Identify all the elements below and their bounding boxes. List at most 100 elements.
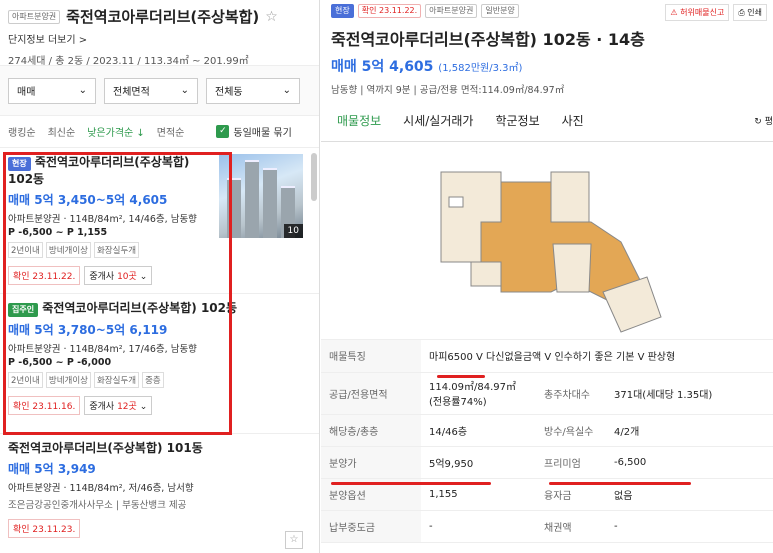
detail-info: 남동향 | 역까지 9분 | 공급/전용 면적:114.09㎡/84.97㎡ [331,85,565,96]
table-row: 매물특징 마피6500 V 다신없을금액 V 인수하기 좋은 기본 V 판상형 [321,340,773,373]
feature-tag: 화장실두개 [93,242,140,258]
floor-plan-drawing [440,171,662,333]
refresh-icon: ↻ [754,117,762,127]
agent-count-button[interactable]: 중개사 12곳 ⌄ [84,396,153,415]
card-title-text: 죽전역코아루더리브(주상복합) 102동 [8,155,190,186]
card-features: 2년이내 방네개이상 화장실두개 중층 [8,372,311,388]
highlight-underline [331,482,491,485]
price-per-area: (1,582만원/3.3㎡) [438,63,523,74]
listing-card[interactable]: 현장 죽전역코아루더리브(주상복합) 102동 매매 5억 3,450~5억 4… [0,148,319,294]
sort-area[interactable]: 면적순 [157,124,185,139]
star-icon[interactable]: ☆ [265,9,278,25]
table-row: 분양가 5억9,950 프리미엄 -6,500 [321,446,773,479]
card-title-text: 죽전역코아루더리브(주상복합) 102동 [42,301,238,315]
table-row: 해당층/총층 14/46층 방수/욕실수 4/2개 [321,414,773,447]
same-listing-label: 동일매물 묶기 [233,128,292,139]
detail-badge: 아파트분양권 [425,4,478,18]
area-select[interactable]: 전체면적 ⌄ [104,77,198,104]
print-button[interactable]: ⎙ 인쇄 [733,4,767,21]
mid-payment-label: 납부중도금 [321,510,421,543]
floor-value: 14/46층 [421,414,536,447]
parking-label: 총주차대수 [536,372,606,415]
card-premium: P -6,500 ~ P -6,000 [8,357,112,368]
card-price: 매매 5억 3,949 [8,462,96,476]
sort-latest[interactable]: 최신순 [48,124,76,139]
agent-prefix: 중개사 [89,272,118,282]
complex-summary: 274세대 / 총 2동 / 2023.11 / 113.34㎡ ~ 201.9… [8,56,249,67]
confirm-date: 확인 23.11.22. [8,266,81,285]
bond-label: 채권액 [536,510,606,543]
tab-listing-info[interactable]: 매물정보 [337,112,381,129]
select-value: 매매 [17,87,36,98]
detail-price: 매매 5억 4,605 (1,582만원/3.3㎡) [331,56,763,76]
listing-photo[interactable]: 10 [219,154,303,238]
sale-price-value: 5억9,950 [421,446,536,479]
sort-low-price[interactable]: 낮은가격순 ↓ [87,124,145,139]
premium-label: 프리미엄 [536,446,606,479]
report-button[interactable]: ⚠ 허위매물신고 [665,4,730,21]
filter-bar: 매매 ⌄ 전체면적 ⌄ 전체동 ⌄ [0,66,319,116]
area-label: 공급/전용면적 [321,372,421,415]
star-icon[interactable]: ☆ [285,531,303,549]
detail-panel: 현장 확인 23.11.22. 아파트분양권 일반분양 ⚠ 허위매물신고 ⎙ 인… [321,0,773,553]
area-toggle-button[interactable]: ↻ 평 [754,114,773,127]
agent-count-button[interactable]: 중개사 10곳 ⌄ [84,266,153,285]
feature-tag: 중층 [142,372,164,388]
card-title: 현장 죽전역코아루더리브(주상복합) 102동 [8,154,218,187]
siren-icon: ⚠ [670,8,678,17]
building-shape [227,178,241,238]
same-listing-toggle[interactable]: ✓ 동일매물 묶기 [216,124,292,139]
bond-value: - [606,510,773,543]
detail-tabs: 매물정보 시세/실거래가 학군정보 사진 ↻ 평 [321,100,773,142]
sort-ranking[interactable]: 랭킹순 [8,124,36,139]
listing-card[interactable]: 죽전역코아루더리브(주상복합) 101동 매매 5억 3,949 아파트분양권 … [0,434,319,553]
card-badge: 집주인 [8,303,39,317]
tab-price-history[interactable]: 시세/실거래가 [403,112,473,129]
complex-title: 죽전역코아루더리브(주상복합) [66,8,260,26]
chevron-down-icon: ⌄ [78,85,87,96]
select-value: 전체면적 [113,87,150,98]
card-agency: 조은금강공인중개사사무소 | 부동산뱅크 제공 [8,500,187,511]
listing-card[interactable]: 집주인 죽전역코아루더리브(주상복합) 102동 매매 5억 3,780~5억 … [0,294,319,434]
price-value: 매매 5억 4,605 [331,59,434,75]
area-value: 114.09㎡/84.97㎡(전용률74%) [421,372,536,415]
print-icon: ⎙ [738,8,745,17]
print-label: 인쇄 [747,8,762,17]
floor-plan[interactable] [321,142,773,340]
card-spec: 아파트분양권 · 114B/84m², 17/46층, 남동향 [8,344,197,355]
agent-prefix: 중개사 [89,402,118,412]
building-shape [263,168,277,238]
parking-value: 371대(세대당 1.35대) [606,372,773,415]
highlight-underline [437,375,485,378]
select-value: 전체동 [215,87,243,98]
card-title: 집주인 죽전역코아루더리브(주상복합) 102동 [8,300,311,317]
report-label: 허위매물신고 [680,8,725,17]
check-icon: ✓ [216,125,230,138]
feature-tag: 2년이내 [8,242,43,258]
table-row: 공급/전용면적 114.09㎡/84.97㎡(전용률74%) 총주차대수 371… [321,372,773,415]
detail-title: 죽전역코아루더리브(주상복합) 102동 · 14층 [331,30,645,49]
trade-type-select[interactable]: 매매 ⌄ [8,77,96,104]
feature-tag: 2년이내 [8,372,43,388]
tab-photos[interactable]: 사진 [562,112,584,129]
tab-school[interactable]: 학군정보 [495,112,539,129]
scrollbar[interactable] [311,153,317,201]
card-spec: 아파트분양권 · 114B/84m², 저/46층, 남서향 [8,483,194,494]
feature-tag: 방네개이상 [45,242,91,258]
card-features: 2년이내 방네개이상 화장실두개 [8,242,311,258]
sale-price-label: 분양가 [321,446,421,479]
agent-count: 12곳 [117,402,137,412]
building-select[interactable]: 전체동 ⌄ [206,77,300,104]
feature-tag: 화장실두개 [93,372,140,388]
card-badge: 현장 [8,157,31,171]
detail-table: 매물특징 마피6500 V 다신없을금액 V 인수하기 좋은 기본 V 판상형 … [321,340,773,543]
detail-badge: 확인 23.11.22. [357,4,422,18]
complex-header: 아파트분양권 죽전역코아루더리브(주상복합) ☆ 단지정보 더보기 > 274세… [0,0,319,67]
chevron-down-icon: ⌄ [139,272,148,282]
type-badge: 아파트분양권 [8,9,61,24]
table-row: 납부중도금 - 채권액 - [321,510,773,543]
card-title: 죽전역코아루더리브(주상복합) 101동 [8,441,203,455]
detail-header: 현장 확인 23.11.22. 아파트분양권 일반분양 ⚠ 허위매물신고 ⎙ 인… [321,0,773,100]
complex-info-link[interactable]: 단지정보 더보기 > [8,31,87,46]
chevron-down-icon: ⌄ [180,85,189,96]
